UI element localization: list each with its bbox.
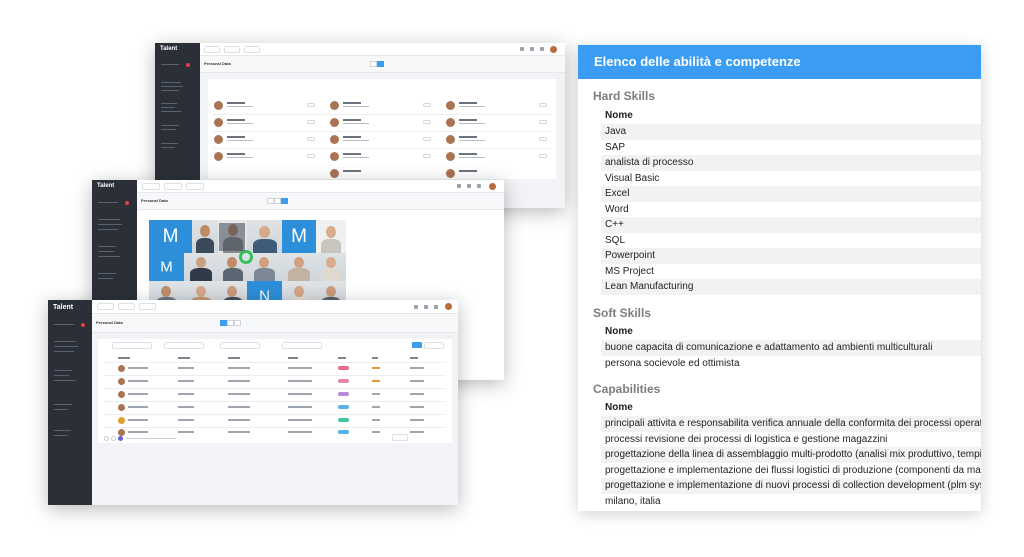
page-header: Personal Data	[92, 314, 458, 333]
mosaic-tile-photo[interactable]	[316, 220, 346, 253]
topbar-tab[interactable]	[118, 303, 135, 310]
column-header-nome: Nome	[605, 110, 633, 121]
search-icon[interactable]	[414, 305, 418, 309]
skills-panel: Elenco delle abilità e competenze Hard S…	[578, 45, 981, 511]
topbar-tab[interactable]	[244, 46, 260, 53]
list-item: principali attivita e responsabilita ver…	[601, 416, 981, 432]
view-toggle-list[interactable]	[370, 61, 377, 67]
list-item: persona socievole ed ottimista	[605, 357, 740, 369]
topbar	[92, 300, 458, 314]
topbar-tab[interactable]	[97, 303, 114, 310]
skills-title: Elenco delle abilità e competenze	[594, 54, 801, 69]
pagination[interactable]	[104, 436, 184, 441]
user-avatar[interactable]	[445, 303, 452, 310]
filter-input[interactable]	[112, 342, 152, 349]
mosaic-tile-photo[interactable]	[316, 253, 346, 281]
filter-select[interactable]	[220, 342, 260, 349]
page-title: Personal Data	[141, 198, 168, 203]
mosaic-tile-photo[interactable]	[247, 220, 282, 253]
grid-icon[interactable]	[424, 305, 428, 309]
view-toggle-grid[interactable]	[377, 61, 384, 67]
topbar	[137, 180, 504, 193]
list-item: Excel	[601, 186, 981, 202]
skills-header: Elenco delle abilità e competenze	[578, 45, 981, 79]
search-icon[interactable]	[457, 184, 461, 188]
list-item: Lean Manufacturing	[601, 279, 981, 295]
bell-icon[interactable]	[477, 184, 481, 188]
mosaic-tile-letter[interactable]: M	[282, 220, 316, 253]
sidebar: Talent	[48, 300, 92, 505]
page-title: Personal Data	[96, 320, 123, 325]
list-item: Word	[605, 203, 629, 215]
list-item: MS Project	[605, 265, 654, 277]
bell-icon[interactable]	[540, 47, 544, 51]
mosaic-tile-photo[interactable]	[192, 220, 218, 253]
filter-select[interactable]	[282, 342, 322, 349]
list-item: analista di processo	[601, 155, 981, 171]
topbar-tab[interactable]	[142, 183, 160, 190]
list-item: Powerpoint	[601, 248, 981, 264]
list-item: progettazione e implementazione dei flus…	[605, 464, 981, 476]
table-area	[92, 333, 458, 505]
mosaic-tile-letter[interactable]: M	[149, 220, 192, 253]
grid-icon[interactable]	[467, 184, 471, 188]
topbar-tab[interactable]	[204, 46, 220, 53]
list-item: processi revisione dei processi di logis…	[605, 433, 888, 445]
topbar-tab[interactable]	[139, 303, 156, 310]
view-toggle-grid[interactable]	[227, 320, 234, 326]
mosaic-tile-photo[interactable]	[282, 253, 316, 281]
page-title: Personal Data	[204, 61, 231, 66]
mosaic-tile-photo[interactable]	[184, 253, 218, 281]
view-toggle-mosaic[interactable]	[234, 320, 241, 326]
topbar	[200, 43, 565, 56]
hover-highlight	[239, 250, 253, 264]
page-header: Personal Data	[137, 193, 504, 210]
list-item: C++	[601, 217, 981, 233]
app-logo: Talent	[53, 304, 74, 311]
hover-tooltip	[219, 223, 245, 251]
bell-icon[interactable]	[434, 305, 438, 309]
topbar-tab[interactable]	[224, 46, 240, 53]
app-logo: Talent	[160, 46, 178, 52]
list-item: SQL	[605, 234, 626, 246]
grid-icon[interactable]	[530, 47, 534, 51]
column-header-nome: Nome	[605, 402, 633, 413]
list-item: progettazione della linea di assemblaggi…	[601, 447, 981, 463]
section-title-soft-skills: Soft Skills	[593, 306, 652, 320]
cards-panel	[208, 79, 556, 179]
user-avatar[interactable]	[489, 183, 496, 190]
page-size-select[interactable]	[392, 434, 408, 441]
list-item: SAP	[605, 141, 626, 153]
topbar-tab[interactable]	[164, 183, 182, 190]
list-item: Visual Basic	[605, 172, 660, 184]
list-item: Java	[601, 124, 981, 140]
user-avatar[interactable]	[550, 46, 557, 53]
search-button[interactable]	[412, 342, 422, 348]
page-header: Personal Data	[200, 56, 565, 73]
view-toggle-grid[interactable]	[274, 198, 281, 204]
list-item: progettazione e implementazione di nuovi…	[601, 478, 981, 494]
list-item: buone capacita di comunicazione e adatta…	[601, 340, 981, 356]
view-toggle-list[interactable]	[267, 198, 274, 204]
column-header-nome: Nome	[605, 326, 633, 337]
list-item: milano, italia	[605, 495, 661, 507]
app-logo: Talent	[97, 183, 115, 189]
search-icon[interactable]	[520, 47, 524, 51]
section-title-capabilities: Capabilities	[593, 382, 661, 396]
reset-button[interactable]	[424, 342, 444, 349]
topbar-tab[interactable]	[186, 183, 204, 190]
view-toggle-mosaic[interactable]	[281, 198, 288, 204]
composite-screenshot: Talent Personal Data Talent Personal Dat…	[0, 0, 1024, 557]
mosaic-tile-letter[interactable]: M	[149, 253, 184, 281]
app-window-table: Talent Personal Data	[48, 300, 458, 505]
view-toggle-list[interactable]	[220, 320, 227, 326]
filter-select[interactable]	[164, 342, 204, 349]
section-title-hard-skills: Hard Skills	[593, 89, 656, 103]
